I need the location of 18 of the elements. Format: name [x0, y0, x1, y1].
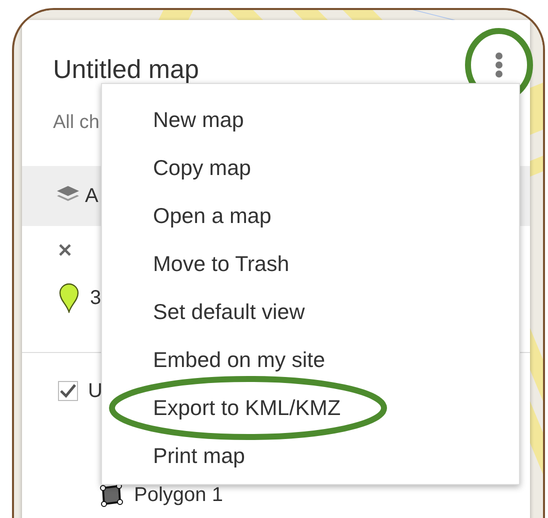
map-description: All ch	[53, 111, 100, 135]
checkbox[interactable]	[58, 381, 78, 401]
pin-icon	[58, 283, 80, 313]
layer-name: U	[88, 380, 102, 402]
close-icon[interactable]	[58, 243, 72, 257]
menu-item[interactable]: New map	[102, 96, 519, 144]
menu-item[interactable]: Open a map	[102, 192, 519, 240]
menu-item[interactable]: Export to KML/KMZ	[102, 384, 519, 432]
menu-item[interactable]: Move to Trash	[102, 240, 519, 288]
menu-item[interactable]: Embed on my site	[102, 336, 519, 384]
menu-item[interactable]: Print map	[102, 432, 519, 480]
layer-name: A	[85, 184, 98, 208]
feature-count: 3	[90, 286, 102, 310]
menu-item[interactable]: Set default view	[102, 288, 519, 336]
menu-item[interactable]: Copy map	[102, 144, 519, 192]
more-icon	[495, 52, 503, 78]
feature-name: Polygon 1	[134, 484, 223, 506]
map-title: Untitled map	[53, 53, 199, 84]
